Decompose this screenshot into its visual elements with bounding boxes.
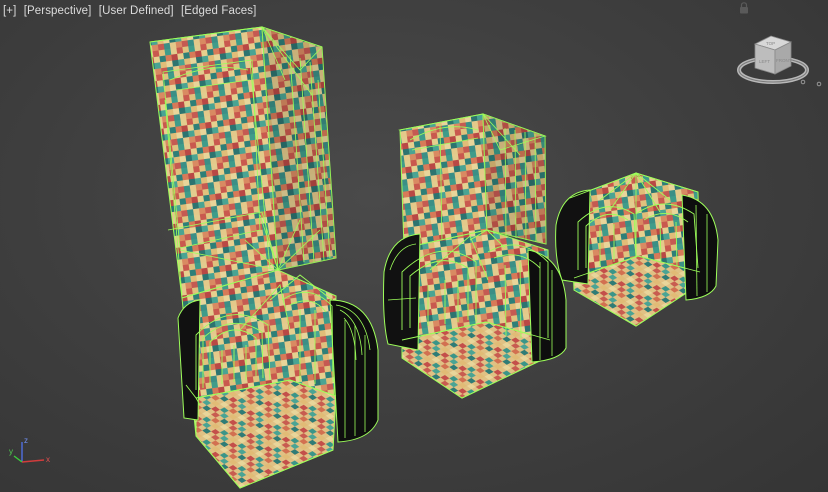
- y-axis-label: y: [9, 447, 13, 456]
- viewcube-top-label[interactable]: TOP: [766, 41, 775, 46]
- tall-tower-mesh[interactable]: [149, 26, 379, 489]
- z-axis-label: z: [24, 436, 28, 445]
- perspective-viewport[interactable]: [+] [Perspective] [User Defined] [Edged …: [0, 0, 828, 492]
- viewport-shading-menu[interactable]: [Edged Faces]: [181, 5, 256, 17]
- lock-icon[interactable]: [739, 2, 749, 14]
- viewcube-icon[interactable]: TOP LEFT FRONT: [733, 30, 825, 92]
- y-axis-line: [13, 455, 23, 463]
- viewport-label-menus: [+] [Perspective] [User Defined] [Edged …: [3, 5, 256, 17]
- small-block-mesh[interactable]: [555, 172, 719, 327]
- viewport-general-menu[interactable]: [+]: [3, 5, 16, 17]
- middle-tower-mesh[interactable]: [383, 113, 567, 399]
- scene-canvas[interactable]: [0, 0, 828, 492]
- home-icon[interactable]: [800, 79, 806, 85]
- viewport-point-of-view-menu[interactable]: [Perspective]: [24, 5, 92, 17]
- viewcube-front-label[interactable]: FRONT: [776, 58, 792, 63]
- viewport-shading-type-menu[interactable]: [User Defined]: [99, 5, 174, 17]
- viewcube-left-label[interactable]: LEFT: [759, 59, 770, 64]
- x-axis-line: [21, 459, 45, 463]
- axis-tripod: z x y: [9, 436, 50, 464]
- x-axis-label: x: [46, 455, 50, 464]
